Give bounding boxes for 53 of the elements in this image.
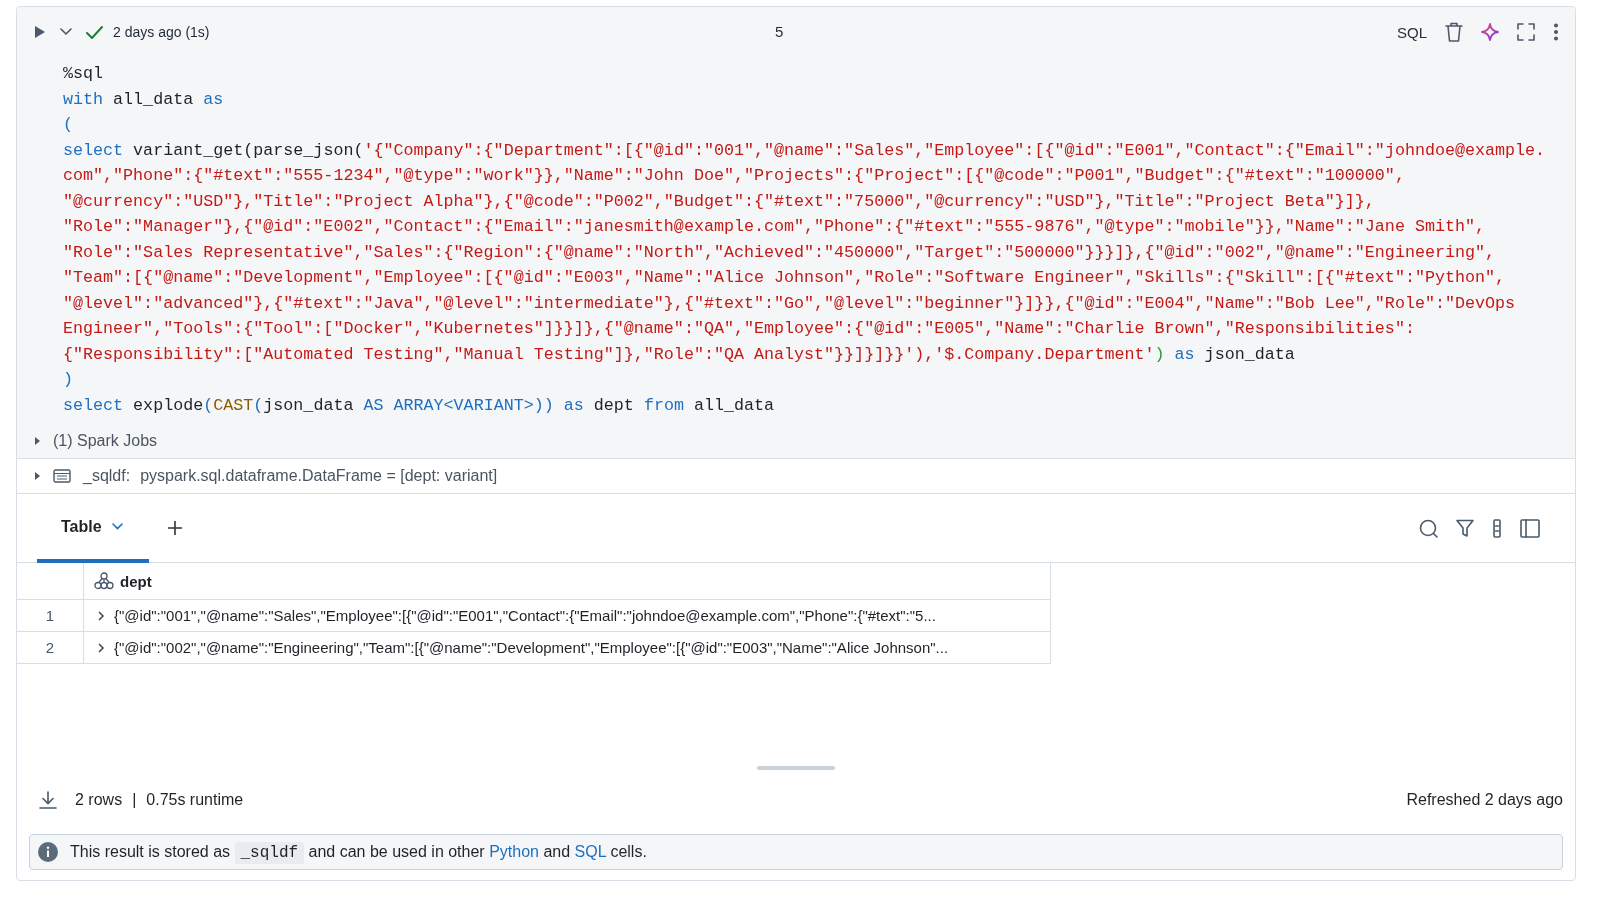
- trash-icon[interactable]: [1445, 22, 1463, 42]
- code-line: select explode(CAST(json_data AS ARRAY<VARIANT>)) as dept from all_data: [63, 394, 776, 417]
- dataframe-schema: pyspark.sql.dataframe.DataFrame = [dept: variant]: [140, 467, 498, 485]
- table-icon: [53, 469, 71, 483]
- column-header[interactable]: dept: [83, 563, 1051, 600]
- sidebar-panel-icon[interactable]: [1520, 518, 1540, 538]
- run-status: 2 days ago (1s): [113, 24, 210, 40]
- code-line: ): [63, 369, 74, 391]
- code-line: "Role":"Manager"},{"@id":"E002","Contact":{"Email":"janesmith@example.com","Phone":{"#text":"555-9876","@type":"mobile"}},"Name":"Jane Smith",: [63, 216, 1486, 238]
- code-line: %sql: [63, 63, 105, 85]
- expand-chevron-icon[interactable]: [96, 642, 106, 653]
- info-message: This result is stored as _sqldf and can be used in other Python and SQL cells.: [70, 842, 647, 862]
- code-line: {"Responsibility":["Automated Testing","Manual Testing"]},"Role":"QA Analyst"}}]}]}}'),'$.Company.Department') as json_data: [63, 343, 1296, 366]
- code-line: with all_data as: [63, 88, 225, 111]
- more-options-icon[interactable]: [1553, 23, 1559, 41]
- row-number: 1: [17, 599, 84, 632]
- runtime-text: 0.75s runtime: [146, 791, 244, 809]
- row-number: 2: [17, 631, 84, 664]
- table-cell: {"@id":"002","@name":"Engineering","Team":[{"@name":"Development","Employee":[{"@id":"E003","Name":"Alice Johnson"...: [83, 631, 1051, 664]
- hierarchy-icon: [94, 572, 114, 590]
- row-count: 2 rows: [75, 791, 123, 809]
- download-icon[interactable]: [39, 791, 57, 809]
- scrollbar-handle[interactable]: [757, 766, 835, 770]
- code-line: (: [63, 114, 74, 136]
- code-line: "Team":[{"@name":"Development","Employee":[{"@id":"E003","Name":"Alice Johnson","Role":"Software Engineer","Skills":{"Skill":[{"#text":"Python",: [63, 267, 1507, 289]
- language-label[interactable]: SQL: [1397, 23, 1427, 41]
- link[interactable]: SQL: [574, 842, 606, 860]
- code-line: "@currency":"USD"},"Title":"Project Alpha"},{"@code":"P002","Budget":{"#text":"75000","@currency":"USD"},"Title":"Project Beta"}]},: [63, 190, 1376, 213]
- chevron-down-icon[interactable]: [60, 28, 72, 36]
- link[interactable]: Python: [489, 842, 539, 860]
- refreshed-text: Refreshed 2 days ago: [1406, 791, 1563, 809]
- code-line: "@level":"advanced"},{"#text":"Java","@level":"intermediate"},{"#text":"Go","@level":"beginner"}]}},{"@id":"E004","Name":"Bob Lee","Role":"DevOps: [63, 292, 1517, 315]
- info-icon: [38, 842, 58, 862]
- dataframe-name: _sqldf:: [83, 467, 131, 485]
- code-line: com","Phone":{"#text":"555-1234","@type":"work"}},"Name":"John Doe","Projects":{"Project":[{"@code":"P001","Budget":{"#text":"100000",: [63, 165, 1406, 187]
- table-cell: {"@id":"001","@name":"Sales","Employee":[{"@id":"E001","Contact":{"Email":"johndoe@example.com","Phone":{"#text":"5...: [83, 599, 1051, 632]
- column-icon[interactable]: [1492, 518, 1502, 538]
- chevron-down-icon[interactable]: [111, 523, 123, 530]
- sparkle-icon[interactable]: [1481, 23, 1499, 41]
- fullscreen-icon[interactable]: [1517, 23, 1535, 41]
- code-line: select variant_get(parse_json('{"Company":{"Department":[{"@id":"001","@name":"Sales","Employee":[{"@id":"E001","Contact":{"Email":"johndoe@example.: [63, 139, 1547, 162]
- add-icon[interactable]: [166, 520, 183, 536]
- run-icon[interactable]: [33, 25, 46, 39]
- filter-icon[interactable]: [1456, 519, 1474, 537]
- expand-chevron-icon[interactable]: [96, 610, 106, 621]
- code-line: "Role":"Sales Representative","Sales":{"Region":{"@name":"North","Achieved":"450000","Target":"500000"}}}]},{"@id":"002","@name":"Engineering",: [63, 241, 1497, 264]
- result-tab[interactable]: Table: [37, 494, 149, 563]
- checkmark-icon: [86, 25, 103, 39]
- cell-number: 5: [775, 23, 784, 40]
- code-line: Engineer","Tools":{"Tool":["Docker","Kubernetes"]}}]},{"@name":"QA","Employee":{"@id":"E005","Name":"Charlie Brown","Responsibilities":: [63, 318, 1416, 340]
- search-icon[interactable]: [1419, 518, 1438, 538]
- spark-jobs-label[interactable]: (1) Spark Jobs: [53, 432, 158, 450]
- separator-text: |: [132, 791, 137, 809]
